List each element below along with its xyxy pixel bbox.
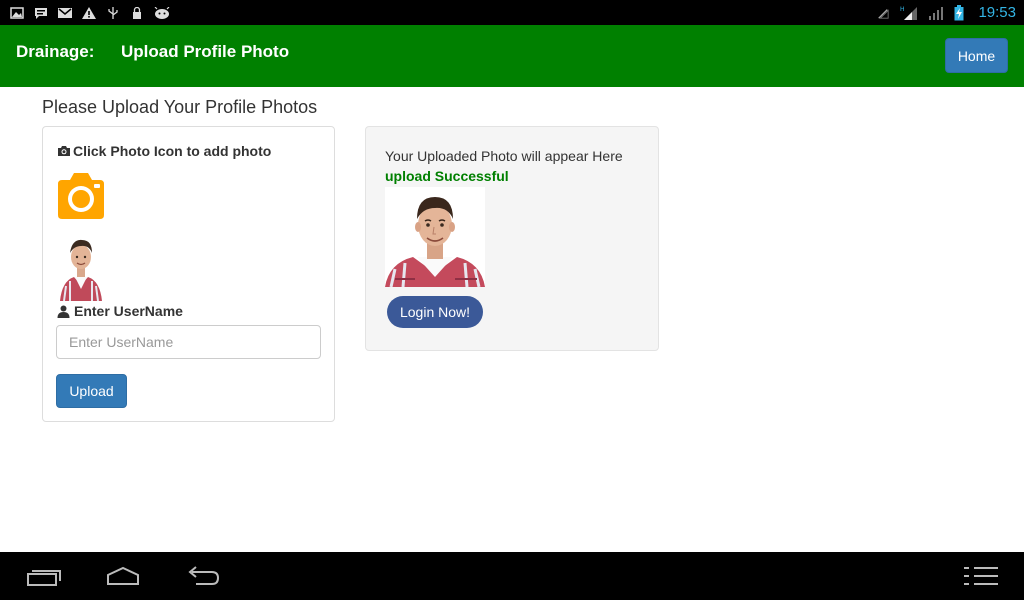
usb-icon (108, 6, 118, 19)
android-icon (154, 6, 170, 19)
uploaded-photo (385, 187, 485, 287)
status-time: 19:53 (978, 4, 1016, 21)
username-input[interactable] (56, 325, 321, 359)
battery-charging-icon (954, 4, 964, 20)
username-label: Enter UserName (57, 303, 183, 319)
upload-status-text: upload Successful (385, 168, 509, 184)
recent-apps-icon[interactable] (26, 564, 62, 588)
selected-photo-thumbnail (56, 231, 106, 301)
hspa-signal-icon: H (900, 6, 918, 20)
page-title: Upload Profile Photo (121, 42, 290, 61)
picture-icon (10, 6, 24, 19)
camera-small-icon (58, 146, 70, 156)
svg-text:H: H (900, 6, 905, 13)
home-button[interactable]: Home (945, 38, 1008, 73)
no-signal-icon (878, 8, 890, 19)
click-photo-text: Click Photo Icon to add photo (73, 143, 272, 159)
brand-label[interactable]: Drainage: (16, 42, 94, 62)
lock-icon (133, 6, 141, 19)
status-bar-notifications (10, 6, 170, 19)
status-bar-system: H 19:53 (876, 4, 1016, 21)
upload-button[interactable]: Upload (56, 374, 127, 408)
mail-icon (58, 7, 72, 18)
warning-icon (82, 6, 96, 19)
preview-panel: Your Uploaded Photo will appear Here upl… (365, 126, 659, 351)
signal-bars-icon (929, 6, 944, 20)
navigation-bar (0, 552, 1024, 600)
click-photo-label: Click Photo Icon to add photo (57, 143, 271, 159)
page-heading: Please Upload Your Profile Photos (42, 97, 318, 117)
username-label-text: Enter UserName (74, 303, 183, 319)
camera-icon[interactable] (56, 172, 106, 221)
back-icon[interactable] (184, 564, 224, 588)
app-header: Drainage: Upload Profile Photo Home (0, 25, 1024, 87)
login-now-button[interactable]: Login Now! (387, 296, 483, 328)
menu-icon[interactable] (962, 564, 1000, 588)
preview-hint-text: Your Uploaded Photo will appear Here (385, 148, 623, 164)
home-icon[interactable] (104, 564, 142, 588)
upload-panel: Click Photo Icon to add photo Enter User… (42, 126, 335, 422)
status-bar: H 19:53 (0, 0, 1024, 25)
user-icon (57, 305, 70, 318)
message-icon (35, 7, 47, 19)
